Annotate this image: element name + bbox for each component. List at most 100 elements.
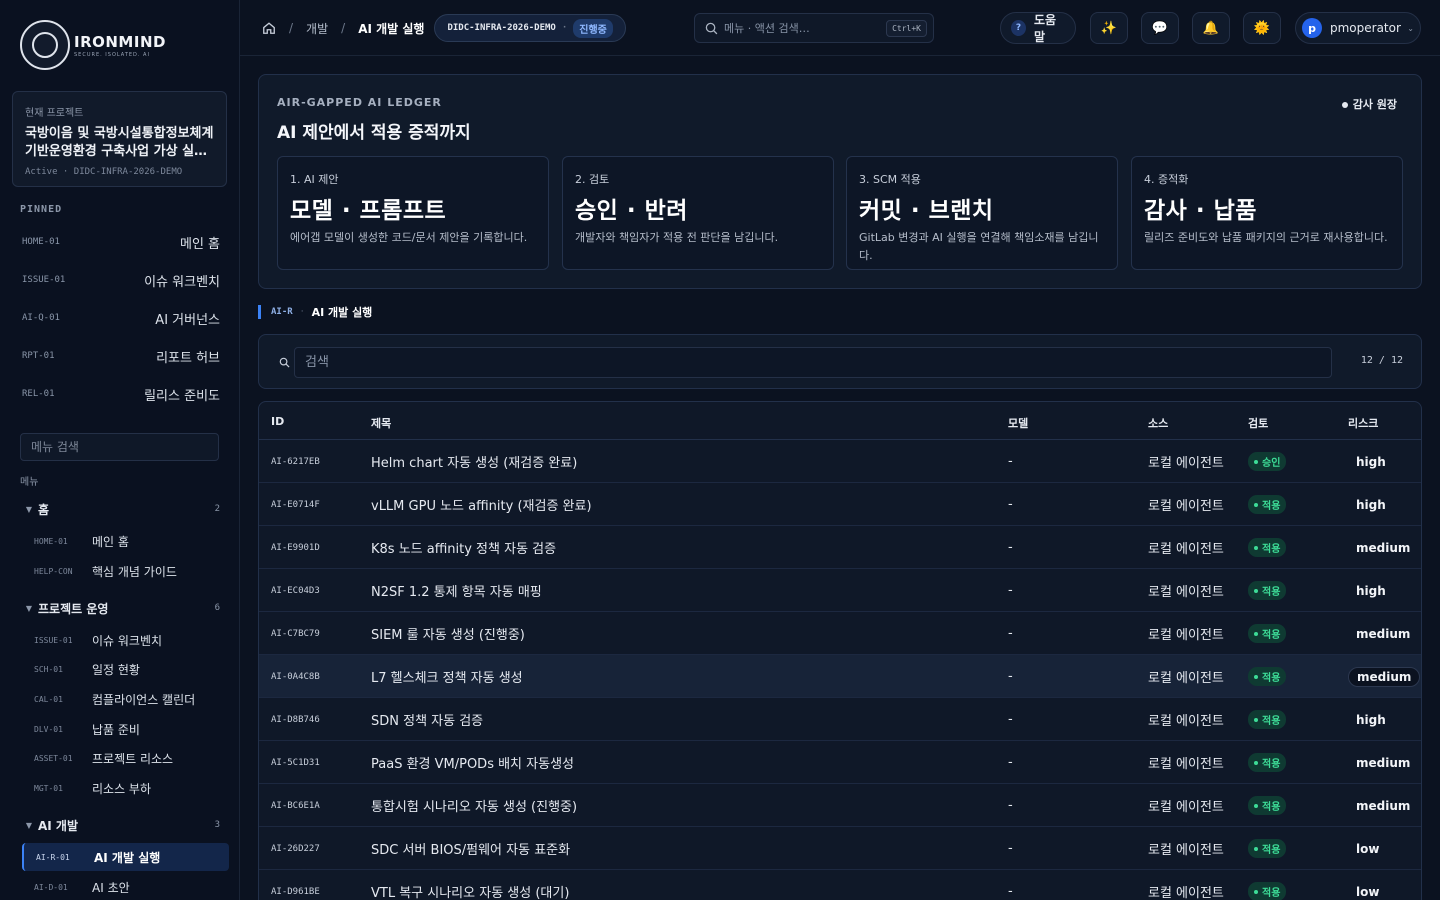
risk-label: high bbox=[1356, 583, 1386, 598]
bell-icon: 🔔 bbox=[1202, 20, 1220, 36]
nav-item-ai-draft[interactable]: AI-D-01 AI 초안 bbox=[22, 873, 229, 900]
status-badge: 적용 bbox=[1248, 581, 1287, 600]
chevron-down-icon: ▼ bbox=[25, 603, 33, 613]
status-badge: 승인 bbox=[1248, 452, 1287, 471]
status-badge: 적용 bbox=[1248, 882, 1287, 900]
table-row-hovered[interactable]: AI-0A4C8B L7 헬스체크 정책 자동 생성 - 로컬 에이전트 적용 … bbox=[259, 655, 1421, 698]
brand-logo[interactable]: IRONMIND SECURE. ISOLATED. AI bbox=[20, 20, 166, 70]
menu-search-input[interactable] bbox=[20, 433, 219, 461]
risk-label: medium bbox=[1356, 798, 1411, 813]
brain-logo-icon bbox=[20, 20, 70, 70]
notifications-button[interactable]: 🔔 bbox=[1192, 12, 1230, 44]
global-search-input[interactable] bbox=[724, 21, 887, 35]
avatar: p bbox=[1302, 18, 1322, 38]
theme-toggle-button[interactable]: 🌞 bbox=[1243, 12, 1281, 44]
risk-label: low bbox=[1356, 841, 1380, 856]
chevron-down-icon: ▼ bbox=[25, 820, 33, 830]
pinned-label: PINNED bbox=[20, 204, 63, 215]
table-row[interactable]: AI-C7BC79 SIEM 룰 자동 생성 (진행중) - 로컬 에이전트 적… bbox=[259, 612, 1421, 655]
table-row[interactable]: AI-BC6E1A 통합시험 시나리오 자동 생성 (진행중) - 로컬 에이전… bbox=[259, 784, 1421, 827]
risk-label: medium bbox=[1348, 666, 1421, 687]
nav-item-ai-run[interactable]: AI-R-01 AI 개발 실행 bbox=[22, 843, 229, 871]
nav-item-concept-guide[interactable]: HELP-CON 핵심 개념 가이드 bbox=[22, 557, 229, 585]
table-row[interactable]: AI-E0714F vLLM GPU 노드 affinity (재검증 완료) … bbox=[259, 483, 1421, 526]
audit-ledger-badge[interactable]: 감사 원장 bbox=[1341, 96, 1397, 112]
chat-button[interactable]: 💬 bbox=[1141, 12, 1179, 44]
pinned-item-issue[interactable]: ISSUE-01 이슈 워크벤치 bbox=[12, 265, 230, 295]
table-row[interactable]: AI-5C1D31 PaaS 환경 VM/PODs 배치 자동생성 - 로컬 에… bbox=[259, 741, 1421, 784]
table-row[interactable]: AI-D961BE VTL 복구 시나리오 자동 생성 (대기) - 로컬 에이… bbox=[259, 870, 1421, 900]
nav-item-compliance-calendar[interactable]: CAL-01 컴플라이언스 캘린더 bbox=[22, 685, 229, 713]
risk-label: medium bbox=[1356, 626, 1411, 641]
nav-item-home[interactable]: HOME-01 메인 홈 bbox=[22, 527, 229, 555]
table-row[interactable]: AI-EC04D3 N2SF 1.2 통제 항목 자동 매핑 - 로컬 에이전트… bbox=[259, 569, 1421, 612]
status-badge: 적용 bbox=[1248, 839, 1287, 858]
breadcrumb-separator: / bbox=[341, 21, 346, 35]
risk-label: high bbox=[1356, 454, 1386, 469]
column-header-id[interactable]: ID bbox=[271, 415, 284, 428]
step-card-evidence: 4. 증적화 감사 · 납품 릴리즈 준비도와 납품 패키지의 근거로 재사용합… bbox=[1131, 156, 1403, 270]
table-row[interactable]: AI-D8B746 SDN 정책 자동 검증 - 로컬 에이전트 적용 high bbox=[259, 698, 1421, 741]
pinned-item-report[interactable]: RPT-01 리포트 허브 bbox=[12, 341, 230, 371]
pinned-item-home[interactable]: HOME-01 메인 홈 bbox=[12, 227, 230, 257]
step-card-review: 2. 검토 승인 · 반려 개발자와 책임자가 적용 전 판단을 남깁니다. bbox=[562, 156, 834, 270]
menu-group-project-ops[interactable]: ▼ 프로젝트 운영 6 bbox=[20, 597, 220, 619]
help-button[interactable]: ? 도움말 bbox=[1000, 12, 1076, 44]
ledger-title: AI 제안에서 적용 증적까지 bbox=[277, 123, 471, 143]
risk-label: high bbox=[1356, 712, 1386, 727]
workspace-pill[interactable]: DIDC-INFRA-2026-DEMO · 진행중 bbox=[434, 14, 626, 42]
top-bar: / 개발 / AI 개발 실행 DIDC-INFRA-2026-DEMO · 진… bbox=[240, 0, 1440, 56]
ledger-kicker: AIR-GAPPED AI LEDGER bbox=[277, 96, 442, 109]
column-header-source[interactable]: 소스 bbox=[1148, 415, 1168, 431]
shortcut-hint: Ctrl+K bbox=[886, 19, 927, 37]
filter-bar: 12 / 12 bbox=[258, 334, 1422, 389]
sidebar: IRONMIND SECURE. ISOLATED. AI 현재 프로젝트 국방… bbox=[0, 0, 240, 900]
ai-ledger-panel: AIR-GAPPED AI LEDGER AI 제안에서 적용 증적까지 감사 … bbox=[258, 74, 1422, 289]
menu-group-home[interactable]: ▼ 홈 2 bbox=[20, 498, 220, 520]
table-row[interactable]: AI-E9901D K8s 노드 affinity 정책 자동 검증 - 로컬 … bbox=[259, 526, 1421, 569]
dot-icon bbox=[1341, 102, 1348, 108]
risk-label: low bbox=[1356, 884, 1380, 899]
global-search[interactable]: Ctrl+K bbox=[694, 13, 934, 43]
table-search-input[interactable] bbox=[294, 347, 1332, 378]
pinned-item-ai-governance[interactable]: AI-Q-01 AI 거버넌스 bbox=[12, 303, 230, 333]
column-header-model[interactable]: 모델 bbox=[1008, 415, 1028, 431]
current-project-card[interactable]: 현재 프로젝트 국방이음 및 국방시설통합정보체계 기반운영환경 구축사업 가상… bbox=[12, 91, 227, 187]
sparkle-icon: ✨ bbox=[1100, 20, 1118, 36]
user-menu-button[interactable]: p pmoperator ⌄ bbox=[1295, 12, 1421, 44]
table-row[interactable]: AI-26D227 SDC 서버 BIOS/펌웨어 자동 표준화 - 로컬 에이… bbox=[259, 827, 1421, 870]
risk-label: high bbox=[1356, 497, 1386, 512]
brand-name: IRONMIND bbox=[74, 32, 166, 51]
status-badge: 적용 bbox=[1248, 753, 1287, 772]
ai-run-table: ID 제목 모델 소스 검토 리스크 AI-6217EB Helm chart … bbox=[258, 401, 1422, 900]
nav-item-project-resources[interactable]: ASSET-01 프로젝트 리소스 bbox=[22, 744, 229, 772]
project-title: 국방이음 및 국방시설통합정보체계 기반운영환경 구축사업 가상 실… bbox=[25, 126, 214, 159]
nav-item-schedule[interactable]: SCH-01 일정 현황 bbox=[22, 655, 229, 683]
project-meta: Active · DIDC-INFRA-2026-DEMO bbox=[25, 167, 183, 177]
sun-icon: 🌞 bbox=[1253, 20, 1271, 36]
menu-group-ai-dev[interactable]: ▼ AI 개발 3 bbox=[20, 814, 220, 836]
search-icon bbox=[705, 22, 718, 34]
ai-assist-button[interactable]: ✨ bbox=[1090, 12, 1128, 44]
column-header-review[interactable]: 검토 bbox=[1248, 415, 1268, 431]
risk-label: medium bbox=[1356, 540, 1411, 555]
column-header-risk[interactable]: 리스크 bbox=[1348, 415, 1378, 431]
column-header-title[interactable]: 제목 bbox=[371, 415, 391, 431]
table-header: ID 제목 모델 소스 검토 리스크 bbox=[259, 402, 1421, 440]
nav-item-resource-load[interactable]: MGT-01 리소스 부하 bbox=[22, 774, 229, 802]
nav-item-delivery[interactable]: DLV-01 납품 준비 bbox=[22, 715, 229, 743]
nav-item-issue-workbench[interactable]: ISSUE-01 이슈 워크벤치 bbox=[22, 626, 229, 654]
table-row[interactable]: AI-6217EB Helm chart 자동 생성 (재검증 완료) - 로컬… bbox=[259, 440, 1421, 483]
risk-label: medium bbox=[1356, 755, 1411, 770]
chevron-down-icon: ⌄ bbox=[1407, 23, 1414, 33]
home-icon[interactable] bbox=[262, 21, 276, 35]
section-title: AI-R · AI 개발 실행 bbox=[258, 305, 372, 319]
breadcrumb-current: AI 개발 실행 bbox=[358, 21, 425, 36]
chat-bubble-icon: 💬 bbox=[1151, 20, 1169, 36]
project-label: 현재 프로젝트 bbox=[25, 108, 84, 119]
user-name: pmoperator bbox=[1330, 21, 1401, 35]
breadcrumb-item-dev[interactable]: 개발 bbox=[306, 20, 328, 37]
pinned-item-release[interactable]: REL-01 릴리스 준비도 bbox=[12, 379, 230, 409]
brand-tagline: SECURE. ISOLATED. AI bbox=[74, 51, 150, 58]
status-badge: 적용 bbox=[1248, 796, 1287, 815]
